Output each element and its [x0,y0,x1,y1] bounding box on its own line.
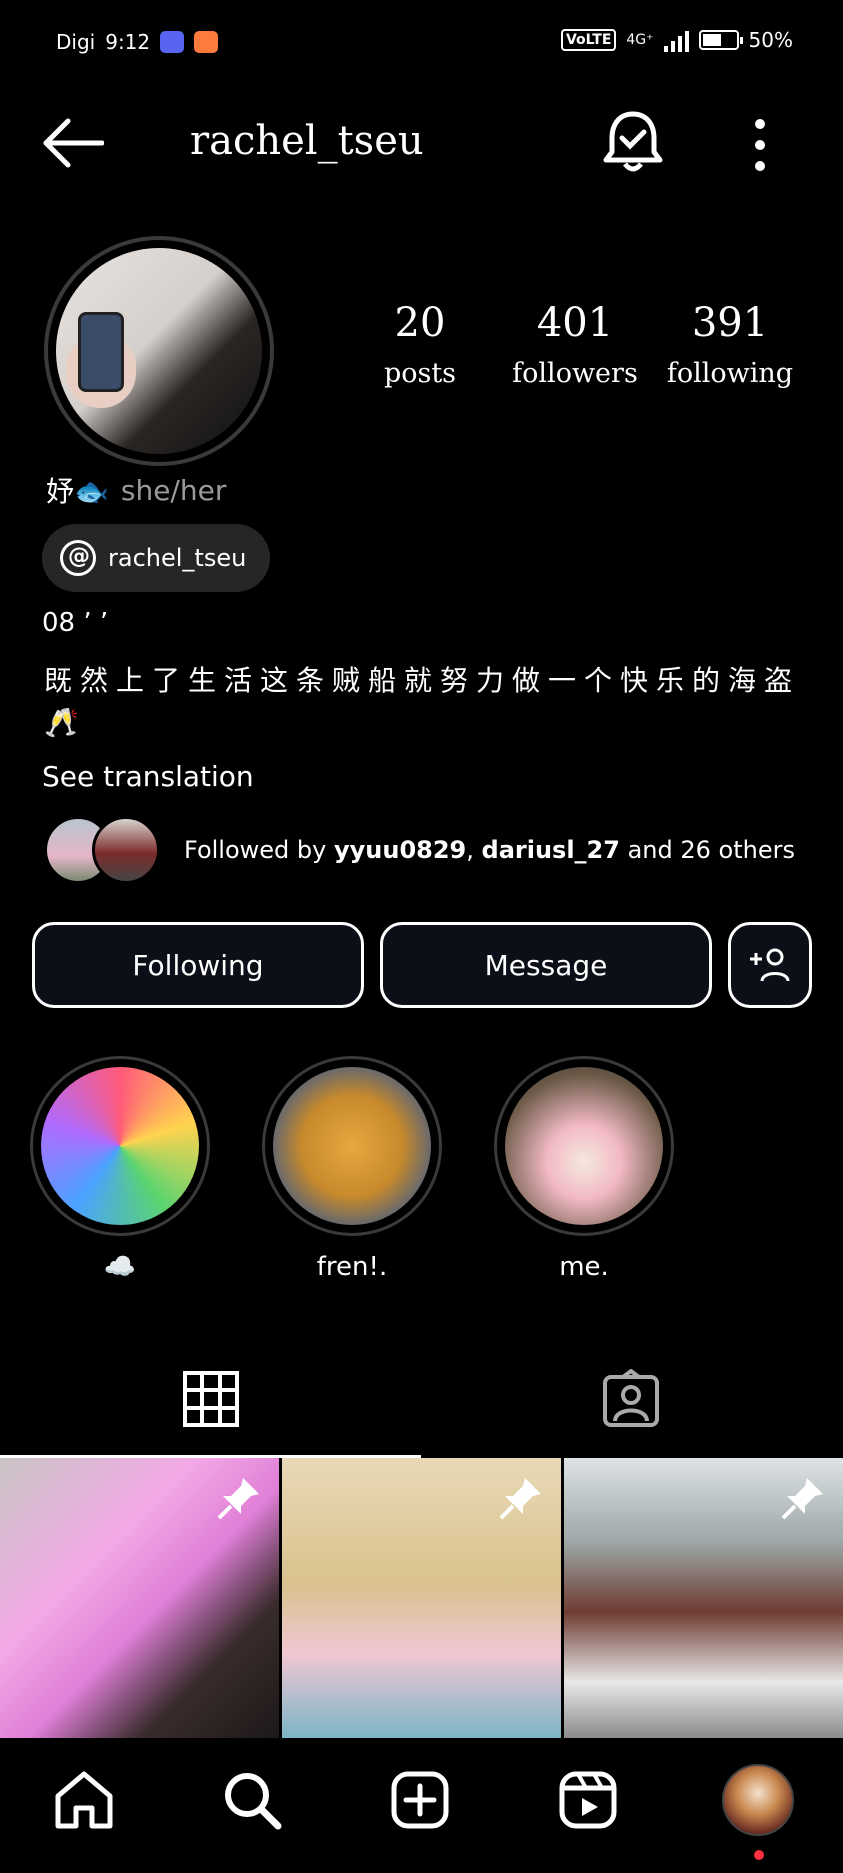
mutual-avatar-2 [92,816,160,884]
post-thumbnail[interactable] [0,1458,279,1738]
name-pronouns-row: 妤🐟 she/her [46,470,226,510]
battery-icon [698,30,743,50]
highlight-cover [41,1067,199,1225]
status-bar: Digi 9:12 VoLTE 4G⁺ 50% [0,0,843,90]
reels-icon[interactable] [556,1768,620,1832]
stat-following[interactable]: 391 following [655,300,805,389]
time-label: 9:12 [105,30,151,54]
highlight-item[interactable]: fren!. [262,1056,442,1282]
followed-by-sep: , [466,836,482,864]
volte-badge: VoLTE [560,29,617,51]
highlight-item[interactable]: ☁️ [30,1056,210,1282]
add-person-icon [750,948,790,982]
mutual-followers[interactable]: Followed by yyuu0829, dariusl_27 and 26 … [44,816,795,884]
story-highlights: ☁️ fren!. me. [30,1056,674,1282]
highlight-cover [273,1067,431,1225]
signal-type: 4G⁺ [626,32,654,48]
bio-line-2: 既然上了生活这条贼船就努力做一个快乐的海盗🥂 [44,664,801,739]
pin-icon [217,1478,259,1520]
avatar-phone [78,312,124,392]
notification-bell-icon[interactable] [600,108,666,178]
battery-fill [702,34,721,46]
profile-username: rachel_tseu [190,118,424,164]
post-thumbnail[interactable] [282,1458,561,1738]
more-options-icon[interactable] [740,112,780,178]
status-left: Digi 9:12 [56,30,219,54]
post-thumbnail[interactable] [564,1458,843,1738]
highlight-ring [494,1056,674,1236]
app-notification-icon [194,31,219,53]
followed-by-suffix: and 26 others [619,836,795,864]
signal-bars-icon [663,28,689,52]
followed-by-text: Followed by yyuu0829, dariusl_27 and 26 … [184,836,795,864]
stat-posts[interactable]: 20 posts [345,300,495,389]
following-label: following [666,358,794,389]
posts-grid [0,1458,843,1738]
profile-header: rachel_tseu [0,100,843,190]
message-button[interactable]: Message [380,922,712,1008]
bio-line-1: 08 ’ ’ [42,608,109,638]
posts-count: 20 [394,300,446,346]
highlight-cover [505,1067,663,1225]
pin-icon [499,1478,541,1520]
pin-icon [781,1478,823,1520]
threads-handle: rachel_tseu [108,544,247,572]
profile-avatar-ring[interactable] [44,236,274,466]
bottom-navigation [0,1738,843,1873]
profile-avatar [56,248,262,454]
profile-stats: 20 posts 401 followers 391 following [345,300,805,389]
pronouns: she/her [120,473,227,507]
see-translation-link[interactable]: See translation [42,760,254,793]
threads-icon [60,540,96,576]
followers-label: followers [512,358,638,389]
following-button[interactable]: Following [32,922,364,1008]
followed-by-prefix: Followed by [184,836,334,864]
followers-count: 401 [536,300,614,346]
highlight-label: me. [559,1252,609,1282]
highlight-ring [262,1056,442,1236]
stat-followers[interactable]: 401 followers [500,300,650,389]
notification-dot [754,1850,764,1860]
home-icon[interactable] [52,1768,116,1832]
battery-percent: 50% [748,28,793,52]
tagged-icon[interactable] [601,1369,661,1429]
grid-icon[interactable] [181,1369,241,1429]
profile-nav-avatar[interactable] [722,1764,794,1836]
discord-icon [160,31,185,53]
create-post-icon[interactable] [388,1768,452,1832]
followed-by-user-1[interactable]: yyuu0829 [334,836,466,864]
highlight-item[interactable]: me. [494,1056,674,1282]
status-right: VoLTE 4G⁺ 50% [560,28,793,52]
posts-label: posts [383,358,457,389]
highlight-label: ☁️ [103,1252,137,1282]
display-name: 妤🐟 [46,475,109,508]
followed-by-user-2[interactable]: dariusl_27 [482,836,620,864]
search-icon[interactable] [220,1768,284,1832]
profile-tabs [0,1345,843,1460]
add-user-button[interactable] [728,922,812,1008]
back-arrow-icon[interactable] [42,118,104,168]
following-count: 391 [691,300,769,346]
threads-link[interactable]: rachel_tseu [42,524,270,592]
carrier-label: Digi [56,30,96,54]
highlight-label: fren!. [316,1252,388,1282]
highlight-ring [30,1056,210,1236]
